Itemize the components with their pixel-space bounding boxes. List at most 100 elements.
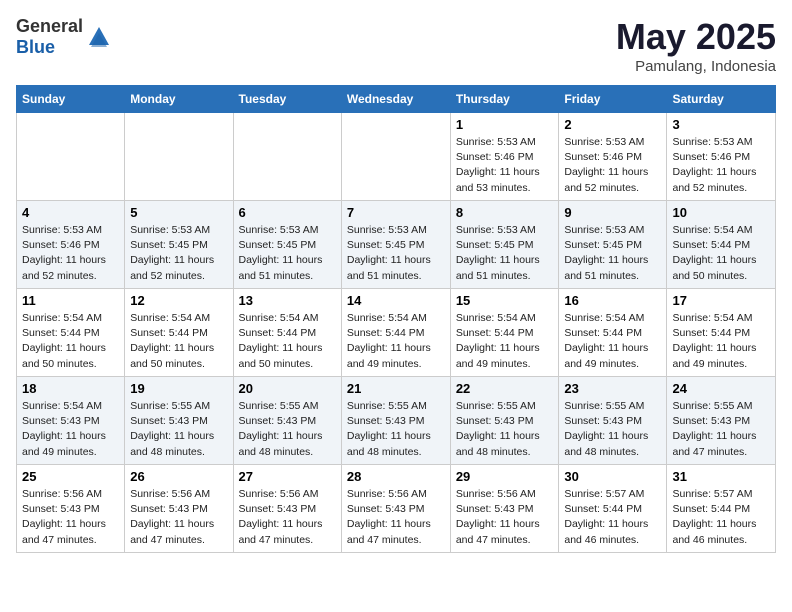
day-info: Sunrise: 5:54 AM Sunset: 5:44 PM Dayligh…: [456, 311, 554, 372]
calendar-cell: 27Sunrise: 5:56 AM Sunset: 5:43 PM Dayli…: [233, 465, 341, 553]
logo-blue-text: Blue: [16, 37, 55, 57]
calendar-cell: 17 Sunrise: 5:54 AM Sunset: 5:44 PM Dayli…: [667, 289, 776, 377]
day-number: 20: [239, 381, 336, 396]
calendar-cell: 5 Sunrise: 5:53 AM Sunset: 5:45 PM Daylig…: [125, 201, 233, 289]
calendar-cell: 1Sunrise: 5:53 AM Sunset: 5:46 PM Daylig…: [450, 113, 559, 201]
title-block: May 2025 Pamulang, Indonesia: [616, 16, 776, 75]
day-number: 9: [564, 205, 661, 220]
day-number: 28: [347, 469, 445, 484]
day-info: Sunrise: 5:54 AM Sunset: 5:44 PM Dayligh…: [347, 311, 445, 372]
day-number: 12: [130, 293, 227, 308]
day-info: Sunrise: 5:54 AM Sunset: 5:44 PM Dayligh…: [130, 311, 227, 372]
calendar-cell: 7Sunrise: 5:53 AM Sunset: 5:45 PM Daylig…: [341, 201, 450, 289]
calendar-cell: 2 Sunrise: 5:53 AM Sunset: 5:46 PM Daylig…: [559, 113, 667, 201]
day-number: 29: [456, 469, 554, 484]
day-info: Sunrise: 5:57 AM Sunset: 5:44 PM Dayligh…: [564, 487, 661, 548]
calendar-cell: 15Sunrise: 5:54 AM Sunset: 5:44 PM Dayli…: [450, 289, 559, 377]
day-info: Sunrise: 5:53 AM Sunset: 5:45 PM Dayligh…: [456, 223, 554, 284]
day-info: Sunrise: 5:54 AM Sunset: 5:44 PM Dayligh…: [672, 223, 770, 284]
day-number: 21: [347, 381, 445, 396]
calendar-week-row: 11 Sunrise: 5:54 AM Sunset: 5:44 PM Dayli…: [17, 289, 776, 377]
day-number: 22: [456, 381, 554, 396]
calendar-week-row: 1Sunrise: 5:53 AM Sunset: 5:46 PM Daylig…: [17, 113, 776, 201]
day-number: 3: [672, 117, 770, 132]
day-info: Sunrise: 5:53 AM Sunset: 5:46 PM Dayligh…: [564, 135, 661, 196]
calendar-cell: 19Sunrise: 5:55 AM Sunset: 5:43 PM Dayli…: [125, 377, 233, 465]
calendar-cell: 23 Sunrise: 5:55 AM Sunset: 5:43 PM Dayli…: [559, 377, 667, 465]
calendar-cell: 6 Sunrise: 5:53 AM Sunset: 5:45 PM Daylig…: [233, 201, 341, 289]
calendar-cell: 21 Sunrise: 5:55 AM Sunset: 5:43 PM Dayli…: [341, 377, 450, 465]
calendar-cell: 8 Sunrise: 5:53 AM Sunset: 5:45 PM Daylig…: [450, 201, 559, 289]
day-number: 11: [22, 293, 119, 308]
day-number: 7: [347, 205, 445, 220]
day-info: Sunrise: 5:56 AM Sunset: 5:43 PM Dayligh…: [347, 487, 445, 548]
calendar-week-row: 25 Sunrise: 5:56 AM Sunset: 5:43 PM Dayli…: [17, 465, 776, 553]
calendar-cell: 11 Sunrise: 5:54 AM Sunset: 5:44 PM Dayli…: [17, 289, 125, 377]
weekday-header-wednesday: Wednesday: [341, 86, 450, 113]
calendar-week-row: 4 Sunrise: 5:53 AM Sunset: 5:46 PM Daylig…: [17, 201, 776, 289]
day-number: 23: [564, 381, 661, 396]
day-info: Sunrise: 5:56 AM Sunset: 5:43 PM Dayligh…: [22, 487, 119, 548]
day-number: 31: [672, 469, 770, 484]
weekday-header-thursday: Thursday: [450, 86, 559, 113]
location: Pamulang, Indonesia: [616, 58, 776, 75]
day-info: Sunrise: 5:54 AM Sunset: 5:44 PM Dayligh…: [672, 311, 770, 372]
day-info: Sunrise: 5:55 AM Sunset: 5:43 PM Dayligh…: [239, 399, 336, 460]
day-number: 5: [130, 205, 227, 220]
day-info: Sunrise: 5:56 AM Sunset: 5:43 PM Dayligh…: [456, 487, 554, 548]
day-info: Sunrise: 5:55 AM Sunset: 5:43 PM Dayligh…: [347, 399, 445, 460]
day-info: Sunrise: 5:53 AM Sunset: 5:45 PM Dayligh…: [564, 223, 661, 284]
calendar-cell: 14 Sunrise: 5:54 AM Sunset: 5:44 PM Dayli…: [341, 289, 450, 377]
day-number: 6: [239, 205, 336, 220]
calendar-cell: [125, 113, 233, 201]
day-number: 25: [22, 469, 119, 484]
logo-icon: [85, 23, 113, 51]
day-info: Sunrise: 5:54 AM Sunset: 5:44 PM Dayligh…: [22, 311, 119, 372]
day-info: Sunrise: 5:53 AM Sunset: 5:45 PM Dayligh…: [130, 223, 227, 284]
day-info: Sunrise: 5:55 AM Sunset: 5:43 PM Dayligh…: [564, 399, 661, 460]
day-number: 16: [564, 293, 661, 308]
day-info: Sunrise: 5:56 AM Sunset: 5:43 PM Dayligh…: [130, 487, 227, 548]
day-info: Sunrise: 5:53 AM Sunset: 5:46 PM Dayligh…: [456, 135, 554, 196]
calendar-cell: [17, 113, 125, 201]
day-info: Sunrise: 5:56 AM Sunset: 5:43 PM Dayligh…: [239, 487, 336, 548]
day-info: Sunrise: 5:53 AM Sunset: 5:46 PM Dayligh…: [22, 223, 119, 284]
calendar-cell: 3Sunrise: 5:53 AM Sunset: 5:46 PM Daylig…: [667, 113, 776, 201]
weekday-header-row: SundayMondayTuesdayWednesdayThursdayFrid…: [17, 86, 776, 113]
calendar-cell: 22Sunrise: 5:55 AM Sunset: 5:43 PM Dayli…: [450, 377, 559, 465]
calendar-cell: 20 Sunrise: 5:55 AM Sunset: 5:43 PM Dayli…: [233, 377, 341, 465]
day-info: Sunrise: 5:53 AM Sunset: 5:45 PM Dayligh…: [239, 223, 336, 284]
calendar-table: SundayMondayTuesdayWednesdayThursdayFrid…: [16, 85, 776, 553]
day-number: 10: [672, 205, 770, 220]
day-number: 8: [456, 205, 554, 220]
day-number: 2: [564, 117, 661, 132]
day-number: 24: [672, 381, 770, 396]
day-info: Sunrise: 5:54 AM Sunset: 5:43 PM Dayligh…: [22, 399, 119, 460]
calendar-cell: [341, 113, 450, 201]
day-number: 18: [22, 381, 119, 396]
calendar-cell: 18 Sunrise: 5:54 AM Sunset: 5:43 PM Dayli…: [17, 377, 125, 465]
day-number: 14: [347, 293, 445, 308]
logo-general-text: General: [16, 16, 83, 36]
page-header: General Blue May 2025 Pamulang, Indonesi…: [16, 16, 776, 75]
calendar-cell: [233, 113, 341, 201]
calendar-cell: 4 Sunrise: 5:53 AM Sunset: 5:46 PM Daylig…: [17, 201, 125, 289]
weekday-header-tuesday: Tuesday: [233, 86, 341, 113]
calendar-week-row: 18 Sunrise: 5:54 AM Sunset: 5:43 PM Dayli…: [17, 377, 776, 465]
calendar-cell: 9 Sunrise: 5:53 AM Sunset: 5:45 PM Daylig…: [559, 201, 667, 289]
weekday-header-friday: Friday: [559, 86, 667, 113]
calendar-cell: 26Sunrise: 5:56 AM Sunset: 5:43 PM Dayli…: [125, 465, 233, 553]
weekday-header-saturday: Saturday: [667, 86, 776, 113]
day-number: 17: [672, 293, 770, 308]
weekday-header-monday: Monday: [125, 86, 233, 113]
day-info: Sunrise: 5:55 AM Sunset: 5:43 PM Dayligh…: [130, 399, 227, 460]
calendar-cell: 31Sunrise: 5:57 AM Sunset: 5:44 PM Dayli…: [667, 465, 776, 553]
calendar-cell: 29 Sunrise: 5:56 AM Sunset: 5:43 PM Dayli…: [450, 465, 559, 553]
calendar-cell: 30Sunrise: 5:57 AM Sunset: 5:44 PM Dayli…: [559, 465, 667, 553]
day-number: 4: [22, 205, 119, 220]
day-info: Sunrise: 5:54 AM Sunset: 5:44 PM Dayligh…: [564, 311, 661, 372]
calendar-cell: 25 Sunrise: 5:56 AM Sunset: 5:43 PM Dayli…: [17, 465, 125, 553]
weekday-header-sunday: Sunday: [17, 86, 125, 113]
calendar-cell: 13Sunrise: 5:54 AM Sunset: 5:44 PM Dayli…: [233, 289, 341, 377]
calendar-cell: 24Sunrise: 5:55 AM Sunset: 5:43 PM Dayli…: [667, 377, 776, 465]
